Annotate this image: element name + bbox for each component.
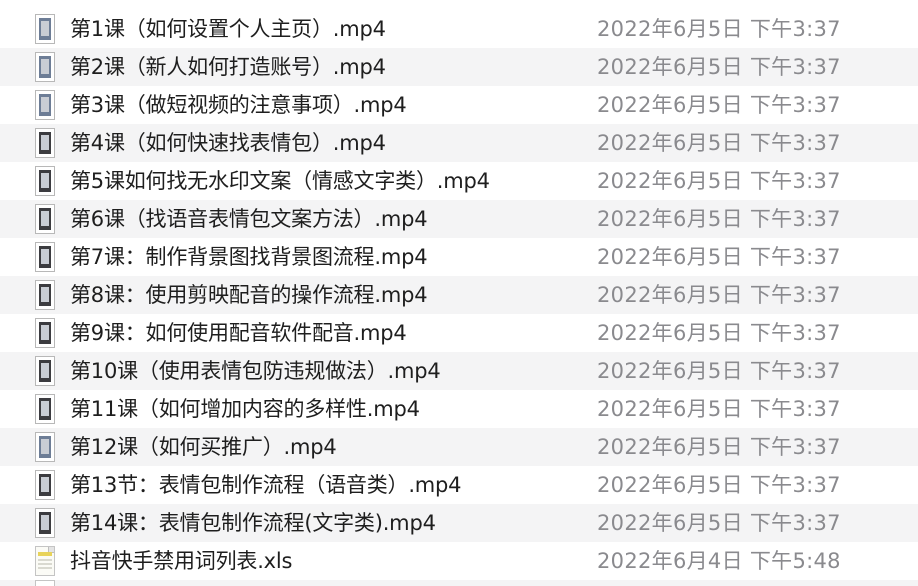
file-row[interactable]: 第7课：制作背景图找背景图流程.mp4 2022年6月5日 下午3:37 <box>0 238 918 276</box>
file-row[interactable]: 第3课（做短视频的注意事项）.mp4 2022年6月5日 下午3:37 <box>0 86 918 124</box>
file-name: 第1课（如何设置个人主页）.mp4 <box>70 17 386 41</box>
video-thumbnail-icon <box>35 90 55 120</box>
file-row[interactable]: 第9课：如何使用配音软件配音.mp4 2022年6月5日 下午3:37 <box>0 314 918 352</box>
file-date-modified: 2022年6月5日 下午3:37 <box>597 169 841 193</box>
file-date-modified: 2022年6月5日 下午3:37 <box>597 359 841 383</box>
video-thumbnail-icon <box>35 356 55 386</box>
file-name: 第2课（新人如何打造账号）.mp4 <box>70 55 386 79</box>
file-date-modified: 2022年6月5日 下午3:37 <box>597 93 841 117</box>
next-row-partial <box>0 580 918 586</box>
file-row[interactable]: 第12课（如何买推广）.mp4 2022年6月5日 下午3:37 <box>0 428 918 466</box>
video-thumbnail-icon <box>35 280 55 310</box>
file-name: 第10课（使用表情包防违规做法）.mp4 <box>70 359 441 383</box>
video-thumbnail-icon <box>35 166 55 196</box>
file-icon <box>35 580 55 586</box>
file-date-modified: 2022年6月5日 下午3:37 <box>597 321 841 345</box>
file-name: 第3课（做短视频的注意事项）.mp4 <box>70 93 407 117</box>
file-date-modified: 2022年6月5日 下午3:37 <box>597 207 841 231</box>
video-thumbnail-icon <box>35 432 55 462</box>
file-row[interactable]: 第11课（如何增加内容的多样性.mp4 2022年6月5日 下午3:37 <box>0 390 918 428</box>
file-date-modified: 2022年6月5日 下午3:37 <box>597 473 841 497</box>
file-name: 第8课：使用剪映配音的操作流程.mp4 <box>70 283 428 307</box>
file-name: 第13节：表情包制作流程（语音类）.mp4 <box>70 473 462 497</box>
file-row[interactable]: 抖音快手禁用词列表.xls 2022年6月4日 下午5:48 <box>0 542 918 580</box>
file-name: 第5课如何找无水印文案（情感文字类）.mp4 <box>70 169 490 193</box>
video-thumbnail-icon <box>35 318 55 348</box>
file-row[interactable]: 第1课（如何设置个人主页）.mp4 2022年6月5日 下午3:37 <box>0 10 918 48</box>
file-date-modified: 2022年6月5日 下午3:37 <box>597 397 841 421</box>
video-thumbnail-icon <box>35 242 55 272</box>
video-thumbnail-icon <box>35 52 55 82</box>
file-row[interactable]: 第10课（使用表情包防违规做法）.mp4 2022年6月5日 下午3:37 <box>0 352 918 390</box>
file-date-modified: 2022年6月5日 下午3:37 <box>597 511 841 535</box>
file-name: 第4课（如何快速找表情包）.mp4 <box>70 131 386 155</box>
list-top-edge <box>0 0 918 10</box>
file-name: 第6课（找语音表情包文案方法）.mp4 <box>70 207 428 231</box>
file-date-modified: 2022年6月5日 下午3:37 <box>597 17 841 41</box>
file-row[interactable]: 第8课：使用剪映配音的操作流程.mp4 2022年6月5日 下午3:37 <box>0 276 918 314</box>
file-row[interactable]: 第14课：表情包制作流程(文字类).mp4 2022年6月5日 下午3:37 <box>0 504 918 542</box>
file-name: 第11课（如何增加内容的多样性.mp4 <box>70 397 420 421</box>
file-list: 第1课（如何设置个人主页）.mp4 2022年6月5日 下午3:37 第2课（新… <box>0 0 918 586</box>
file-date-modified: 2022年6月5日 下午3:37 <box>597 131 841 155</box>
file-row[interactable]: 第2课（新人如何打造账号）.mp4 2022年6月5日 下午3:37 <box>0 48 918 86</box>
file-row[interactable]: 第4课（如何快速找表情包）.mp4 2022年6月5日 下午3:37 <box>0 124 918 162</box>
file-date-modified: 2022年6月5日 下午3:37 <box>597 435 841 459</box>
video-thumbnail-icon <box>35 470 55 500</box>
file-name: 第14课：表情包制作流程(文字类).mp4 <box>70 511 436 535</box>
file-name: 第12课（如何买推广）.mp4 <box>70 435 337 459</box>
file-date-modified: 2022年6月5日 下午3:37 <box>597 55 841 79</box>
file-date-modified: 2022年6月4日 下午5:48 <box>597 549 841 573</box>
file-row[interactable]: 第13节：表情包制作流程（语音类）.mp4 2022年6月5日 下午3:37 <box>0 466 918 504</box>
video-thumbnail-icon <box>35 508 55 538</box>
file-name: 第9课：如何使用配音软件配音.mp4 <box>70 321 407 345</box>
video-thumbnail-icon <box>35 128 55 158</box>
file-name: 抖音快手禁用词列表.xls <box>70 549 293 573</box>
video-thumbnail-icon <box>35 394 55 424</box>
file-name: 第7课：制作背景图找背景图流程.mp4 <box>70 245 428 269</box>
file-row[interactable]: 第5课如何找无水印文案（情感文字类）.mp4 2022年6月5日 下午3:37 <box>0 162 918 200</box>
video-thumbnail-icon <box>35 14 55 44</box>
spreadsheet-file-icon <box>35 546 55 576</box>
file-date-modified: 2022年6月5日 下午3:37 <box>597 245 841 269</box>
file-date-modified: 2022年6月5日 下午3:37 <box>597 283 841 307</box>
file-row[interactable]: 第6课（找语音表情包文案方法）.mp4 2022年6月5日 下午3:37 <box>0 200 918 238</box>
video-thumbnail-icon <box>35 204 55 234</box>
